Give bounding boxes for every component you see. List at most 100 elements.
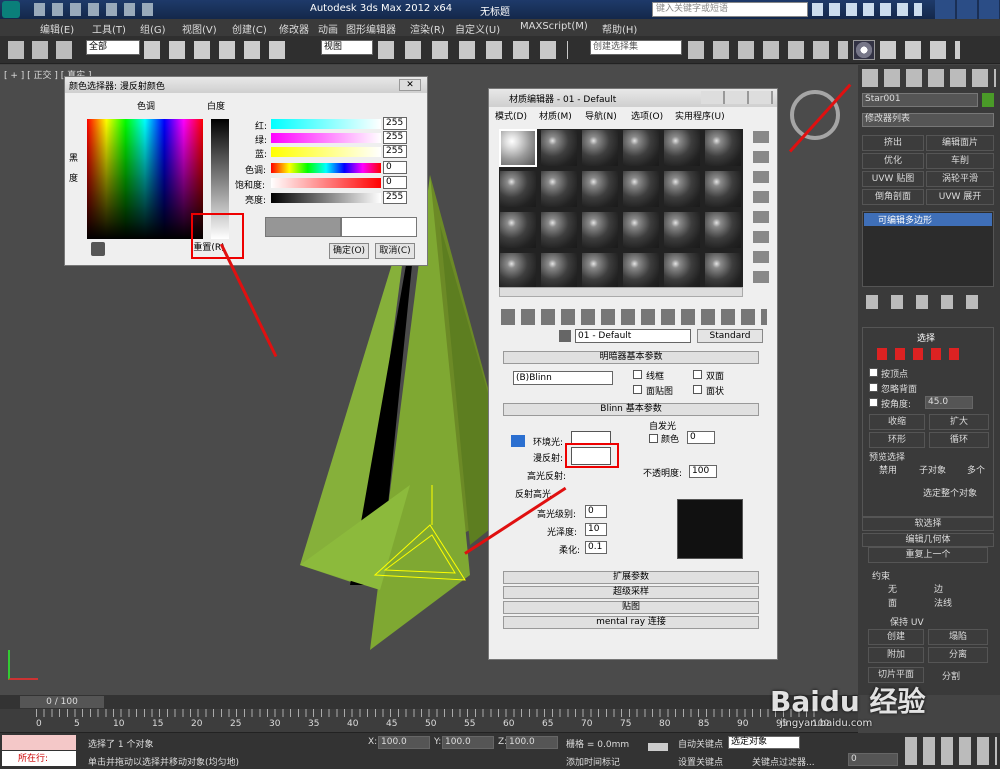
mat-menu-item[interactable]: 实用程序(U) [675, 109, 725, 122]
snap-tools[interactable] [378, 41, 568, 59]
preview-subobject[interactable]: 子对象 [919, 463, 946, 476]
sample-slot-active[interactable] [499, 129, 537, 167]
preview-multi[interactable]: 多个 [967, 463, 985, 476]
sample-slot[interactable] [704, 211, 742, 249]
constraint-face[interactable]: 面 [888, 596, 897, 609]
shrink-button[interactable]: 收缩 [869, 414, 925, 430]
time-slider[interactable]: 0 / 100 [0, 695, 858, 709]
h-scrollbar[interactable] [499, 287, 743, 297]
frame-field[interactable]: 0 [848, 753, 898, 766]
mat-tools[interactable] [501, 309, 767, 325]
spec-level-value[interactable]: 0 [585, 505, 607, 518]
sample-slot[interactable] [581, 211, 619, 249]
track-bar[interactable]: 0 5 10 15 20 25 30 35 40 45 50 55 60 65 … [0, 709, 858, 733]
mat-menu-item[interactable]: 选项(O) [631, 109, 663, 122]
y-coord[interactable]: 100.0 [442, 736, 494, 749]
sample-slot[interactable] [663, 211, 701, 249]
window-buttons[interactable] [701, 91, 773, 104]
sample-slot[interactable] [622, 211, 660, 249]
sample-slot[interactable] [622, 170, 660, 208]
close-button[interactable]: ✕ [399, 79, 421, 91]
menu-item[interactable]: 编辑(E) [40, 21, 74, 36]
ref-coord-dropdown[interactable]: 视图 [321, 40, 373, 55]
red-slider[interactable] [271, 119, 381, 129]
search-input[interactable]: 键入关键字或短语 [652, 2, 808, 17]
detach-button[interactable]: 分离 [928, 647, 988, 663]
value-value[interactable]: 255 [383, 191, 407, 204]
ignore-backface-checkbox[interactable] [869, 383, 878, 392]
modifier-list-dropdown[interactable]: 修改器列表 [862, 113, 994, 127]
sample-slot[interactable] [540, 170, 578, 208]
sample-slot[interactable] [622, 252, 660, 290]
menu-item[interactable]: 修改器 [279, 21, 309, 36]
turbosmooth-button[interactable]: 涡轮平滑 [926, 171, 994, 187]
optimize-button[interactable]: 优化 [862, 153, 924, 169]
collapse-button[interactable]: 塌陷 [928, 629, 988, 645]
shader-rollout-header[interactable]: 明暗器基本参数 [503, 351, 759, 364]
lathe-button[interactable]: 车削 [926, 153, 994, 169]
key-filters-button[interactable]: 关键点过滤器... [752, 755, 815, 768]
blue-value[interactable]: 255 [383, 145, 407, 158]
bevel-profile-button[interactable]: 倒角剖面 [862, 189, 924, 205]
mirror-align-tools[interactable] [688, 41, 848, 59]
sample-slot[interactable] [704, 170, 742, 208]
rollout-supersampling[interactable]: 超级采样 [503, 586, 759, 599]
mat-menu-item[interactable]: 材质(M) [539, 109, 572, 122]
soften-value[interactable]: 0.1 [585, 541, 607, 554]
key-icon[interactable] [648, 743, 668, 751]
quick-access-icons[interactable] [34, 3, 154, 16]
menu-item[interactable]: MAXScript(M) [520, 21, 588, 32]
angle-value[interactable]: 45.0 [925, 396, 973, 409]
sample-slot[interactable] [622, 129, 660, 167]
set-key-label[interactable]: 设置关键点 [678, 755, 723, 768]
sample-slot[interactable] [499, 252, 537, 290]
extrude-button[interactable]: 挤出 [862, 135, 924, 151]
sample-slot[interactable] [499, 211, 537, 249]
named-selection-dropdown[interactable]: 创建选择集 [590, 40, 682, 55]
rollout-maps[interactable]: 贴图 [503, 601, 759, 614]
sample-slot[interactable] [663, 170, 701, 208]
sample-slot[interactable] [540, 252, 578, 290]
constraint-edge[interactable]: 边 [934, 582, 943, 595]
menu-item[interactable]: 工具(T) [92, 21, 126, 36]
hue-slider[interactable] [271, 163, 381, 173]
preview-disabled[interactable]: 禁用 [879, 463, 897, 476]
object-name-field[interactable]: Star001 [862, 93, 978, 107]
selected-dropdown[interactable]: 选定对象 [728, 736, 800, 749]
menu-item[interactable]: 渲染(R) [410, 21, 445, 36]
ok-button[interactable]: 确定(O) [329, 243, 369, 259]
selection-filter-dropdown[interactable]: 全部 [86, 40, 140, 55]
saturation-slider[interactable] [271, 178, 381, 188]
menu-item[interactable]: 自定义(U) [455, 21, 500, 36]
menu-item[interactable]: 创建(C) [232, 21, 267, 36]
render-tools[interactable] [880, 41, 960, 59]
subobject-icons[interactable] [877, 348, 967, 360]
blue-slider[interactable] [271, 147, 381, 157]
edit-patch-button[interactable]: 编辑面片 [926, 135, 994, 151]
sample-slots[interactable] [499, 129, 743, 293]
unwrap-uvw-button[interactable]: UVW 展开 [926, 189, 994, 205]
edit-geometry-rollout[interactable]: 编辑几何体 [862, 533, 994, 547]
sample-slot[interactable] [540, 211, 578, 249]
stack-item[interactable]: 可编辑多边形 [864, 213, 992, 226]
soft-selection-rollout[interactable]: 软选择 [862, 517, 994, 531]
attach-button[interactable]: 附加 [868, 647, 924, 663]
constraint-normal[interactable]: 法线 [934, 596, 952, 609]
hue-value[interactable]: 0 [383, 161, 407, 174]
wire-checkbox[interactable] [633, 370, 642, 379]
hue-field[interactable] [87, 119, 203, 239]
uvw-map-button[interactable]: UVW 贴图 [862, 171, 924, 187]
sample-slot[interactable] [663, 252, 701, 290]
by-vertex-checkbox[interactable] [869, 368, 878, 377]
create-button[interactable]: 创建 [868, 629, 924, 645]
material-editor-icon[interactable] [853, 40, 875, 60]
opacity-value[interactable]: 100 [689, 465, 717, 478]
cancel-button[interactable]: 取消(C) [375, 243, 415, 259]
maxscript-listener[interactable] [2, 735, 76, 750]
green-slider[interactable] [271, 133, 381, 143]
add-time-tag[interactable]: 添加时间标记 [566, 755, 620, 768]
sample-slot[interactable] [540, 129, 578, 167]
sample-slot[interactable] [704, 129, 742, 167]
menu-item[interactable]: 帮助(H) [602, 21, 637, 36]
auto-key-label[interactable]: 自动关键点 [678, 737, 723, 750]
